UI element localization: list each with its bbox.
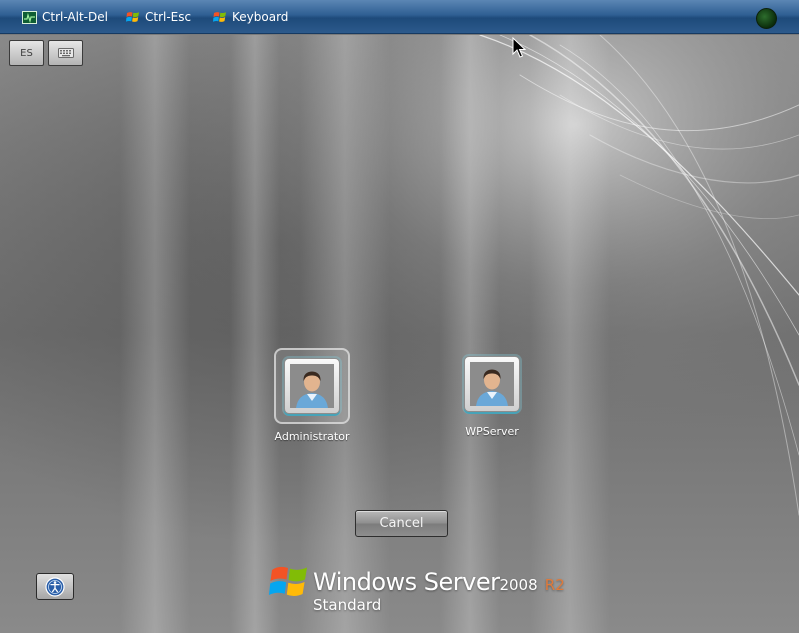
windows-flag-icon [213,12,226,22]
ease-of-access-icon [45,576,65,597]
user-picture-frame [464,356,520,412]
ctrl-alt-del-label: Ctrl-Alt-Del [42,10,108,24]
cancel-label: Cancel [379,516,424,531]
user-picture-frame [284,358,340,414]
keyboard-icon [57,48,74,58]
keyboard-button[interactable]: Keyboard [213,9,288,25]
user-avatar-icon [470,362,514,406]
login-screen: Ctrl-Alt-Del Ctrl-Esc Keyboard ES Admini… [0,0,799,633]
desktop-background [0,35,799,633]
ctrl-esc-button[interactable]: Ctrl-Esc [126,9,191,25]
windows-flag-icon [126,12,139,22]
product-title: Windows Server [313,568,500,596]
user-tile-wpserver[interactable]: WPServer [432,356,552,438]
product-release: R2 [544,576,565,594]
selected-user-frame [274,348,350,424]
product-name: Windows Server2008 R2 [313,568,565,596]
remote-toolbar: Ctrl-Alt-Del Ctrl-Esc Keyboard [0,0,799,34]
windows-logo-icon [269,566,307,596]
keyboard-label: Keyboard [232,10,289,24]
user-frame [432,356,552,412]
monitor-activity-icon [22,10,37,24]
user-tile-administrator[interactable]: Administrator [252,348,372,443]
connection-status-icon [756,8,777,29]
ctrl-esc-label: Ctrl-Esc [145,10,192,24]
windows-server-branding: Windows Server2008 R2 Standard [269,558,565,618]
ctrl-alt-del-button[interactable]: Ctrl-Alt-Del [22,9,108,25]
ease-of-access-button[interactable] [36,573,74,600]
user-name: Administrator [274,430,350,443]
user-name: WPServer [465,425,519,438]
cancel-button[interactable]: Cancel [355,510,448,537]
mouse-cursor-icon [512,37,526,58]
user-avatar-icon [290,364,334,408]
product-version: 2008 [499,576,538,594]
language-button[interactable]: ES [9,40,44,66]
product-edition: Standard [313,596,382,614]
language-label: ES [20,47,33,59]
on-screen-keyboard-button[interactable] [48,40,83,66]
